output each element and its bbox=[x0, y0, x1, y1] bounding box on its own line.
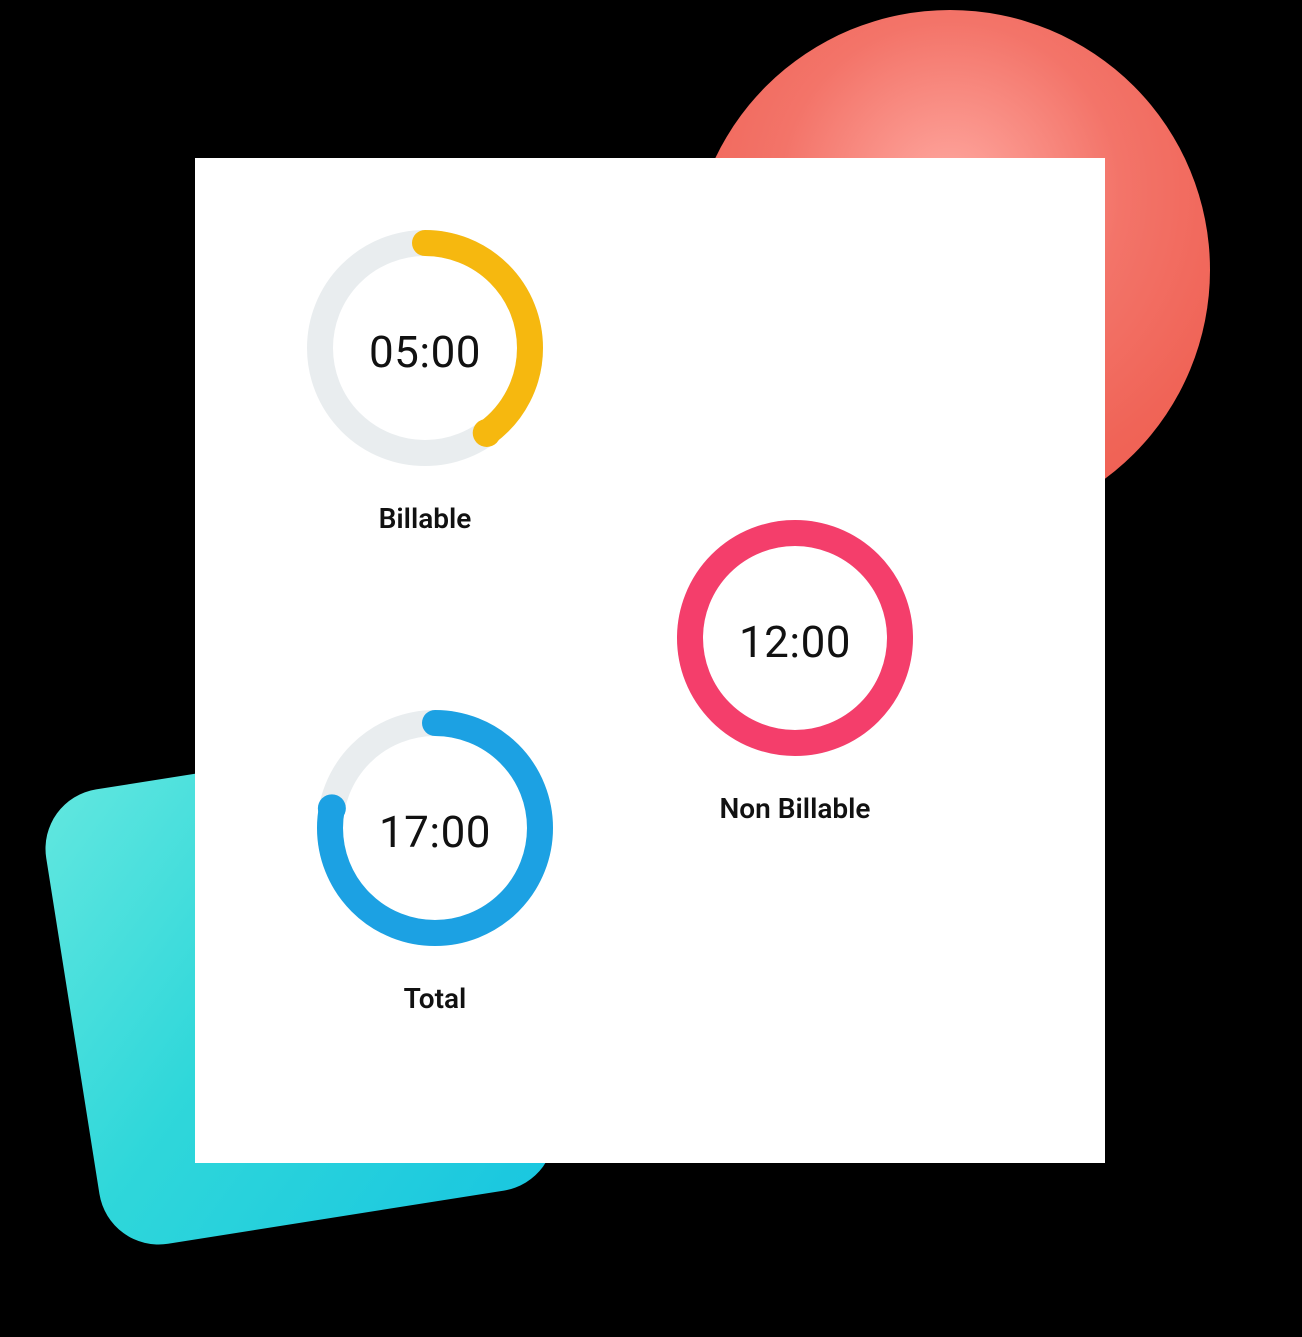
time-summary-card: 05:00 Billable 12:00 Non Billable 17:00 … bbox=[195, 158, 1105, 1163]
non-billable-ring-widget: 12:00 Non Billable bbox=[665, 508, 925, 825]
total-ring-widget: 17:00 Total bbox=[305, 698, 565, 1015]
non-billable-label: Non Billable bbox=[665, 792, 925, 825]
total-value: 17:00 bbox=[305, 806, 565, 858]
billable-ring-widget: 05:00 Billable bbox=[295, 218, 555, 535]
billable-label: Billable bbox=[295, 502, 555, 535]
non-billable-value: 12:00 bbox=[665, 616, 925, 668]
total-label: Total bbox=[305, 982, 565, 1015]
billable-value: 05:00 bbox=[295, 326, 555, 378]
stage: 05:00 Billable 12:00 Non Billable 17:00 … bbox=[0, 0, 1302, 1337]
